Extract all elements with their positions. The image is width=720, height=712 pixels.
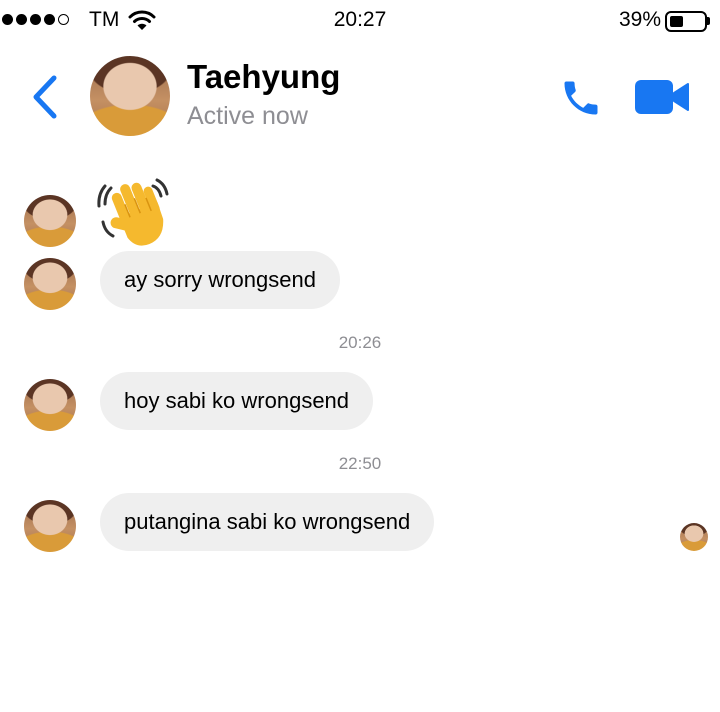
status-time: 20:27 [333, 8, 387, 31]
battery-terminal [707, 17, 710, 25]
video-camera-icon[interactable] [634, 79, 690, 120]
phone-icon[interactable] [558, 76, 604, 125]
message-bubble[interactable]: hoy sabi ko wrongsend [100, 372, 374, 430]
battery-percentage: 39% [618, 8, 661, 31]
message-timestamp: 20:26 [338, 333, 382, 352]
sender-avatar[interactable] [24, 195, 76, 247]
active-status: Active now [187, 102, 308, 130]
contact-name[interactable]: Taehyung [187, 58, 340, 96]
sender-avatar[interactable] [24, 258, 76, 310]
message-bubble[interactable]: ay sorry wrongsend [100, 251, 340, 309]
battery-level [670, 16, 683, 27]
waving-hand-icon[interactable] [97, 178, 173, 253]
sender-avatar[interactable] [24, 379, 76, 431]
seen-receipt-avatar [680, 523, 708, 551]
sender-avatar[interactable] [24, 500, 76, 552]
message-bubble[interactable]: putangina sabi ko wrongsend [100, 493, 435, 551]
battery-icon [665, 11, 707, 32]
back-chevron-icon[interactable] [28, 74, 62, 125]
contact-avatar[interactable] [90, 56, 170, 136]
message-timestamp: 22:50 [338, 454, 382, 473]
